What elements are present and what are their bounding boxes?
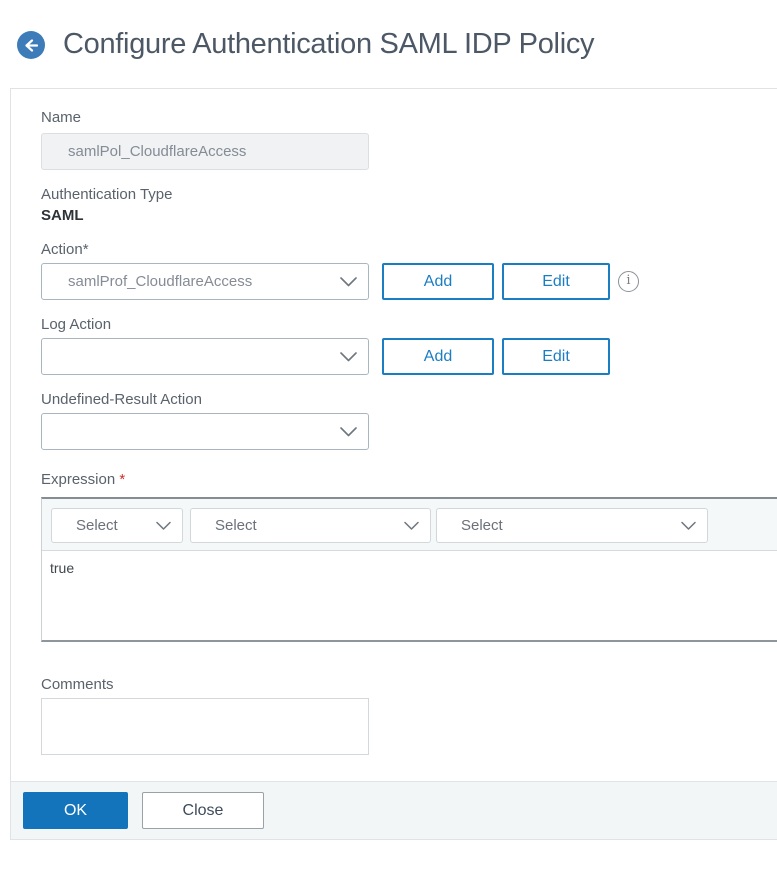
- comments-input[interactable]: [41, 698, 369, 755]
- form-panel: Name samlPol_CloudflareAccess Authentica…: [10, 88, 777, 840]
- auth-type-label: Authentication Type: [41, 186, 173, 203]
- name-input: samlPol_CloudflareAccess: [41, 133, 369, 170]
- expression-label: Expression *: [41, 471, 126, 488]
- chevron-down-icon: [156, 521, 171, 530]
- log-action-select[interactable]: [41, 338, 369, 375]
- undefined-result-action-label: Undefined-Result Action: [41, 391, 202, 408]
- auth-type-value: SAML: [41, 207, 84, 224]
- expression-select-1[interactable]: Select: [51, 508, 183, 543]
- page-title: Configure Authentication SAML IDP Policy: [63, 28, 595, 60]
- close-button[interactable]: Close: [142, 792, 264, 829]
- action-label: Action*: [41, 241, 89, 258]
- action-add-button[interactable]: Add: [382, 263, 494, 300]
- chevron-down-icon: [340, 426, 357, 437]
- name-value: samlPol_CloudflareAccess: [68, 143, 247, 160]
- arrow-left-icon: [24, 38, 39, 52]
- action-select[interactable]: samlProf_CloudflareAccess: [41, 263, 369, 300]
- form-footer: OK Close: [11, 781, 777, 840]
- required-marker: *: [119, 471, 126, 488]
- action-edit-button[interactable]: Edit: [502, 263, 610, 300]
- expression-input[interactable]: true: [41, 550, 777, 642]
- chevron-down-icon: [404, 521, 419, 530]
- expression-toolbar: Select Select Select: [41, 497, 777, 550]
- undefined-result-action-select[interactable]: [41, 413, 369, 450]
- chevron-down-icon: [340, 276, 357, 287]
- action-select-value: samlProf_CloudflareAccess: [68, 273, 253, 290]
- expression-select-3[interactable]: Select: [436, 508, 708, 543]
- back-button[interactable]: [17, 31, 45, 59]
- expression-select-2[interactable]: Select: [190, 508, 431, 543]
- name-label: Name: [41, 109, 82, 126]
- log-action-label: Log Action: [41, 316, 112, 333]
- comments-label: Comments: [41, 676, 114, 693]
- ok-button[interactable]: OK: [23, 792, 128, 829]
- log-action-add-button[interactable]: Add: [382, 338, 494, 375]
- log-action-edit-button[interactable]: Edit: [502, 338, 610, 375]
- info-icon[interactable]: i: [618, 271, 639, 292]
- expression-editor: Select Select Select true: [41, 497, 777, 642]
- chevron-down-icon: [681, 521, 696, 530]
- chevron-down-icon: [340, 351, 357, 362]
